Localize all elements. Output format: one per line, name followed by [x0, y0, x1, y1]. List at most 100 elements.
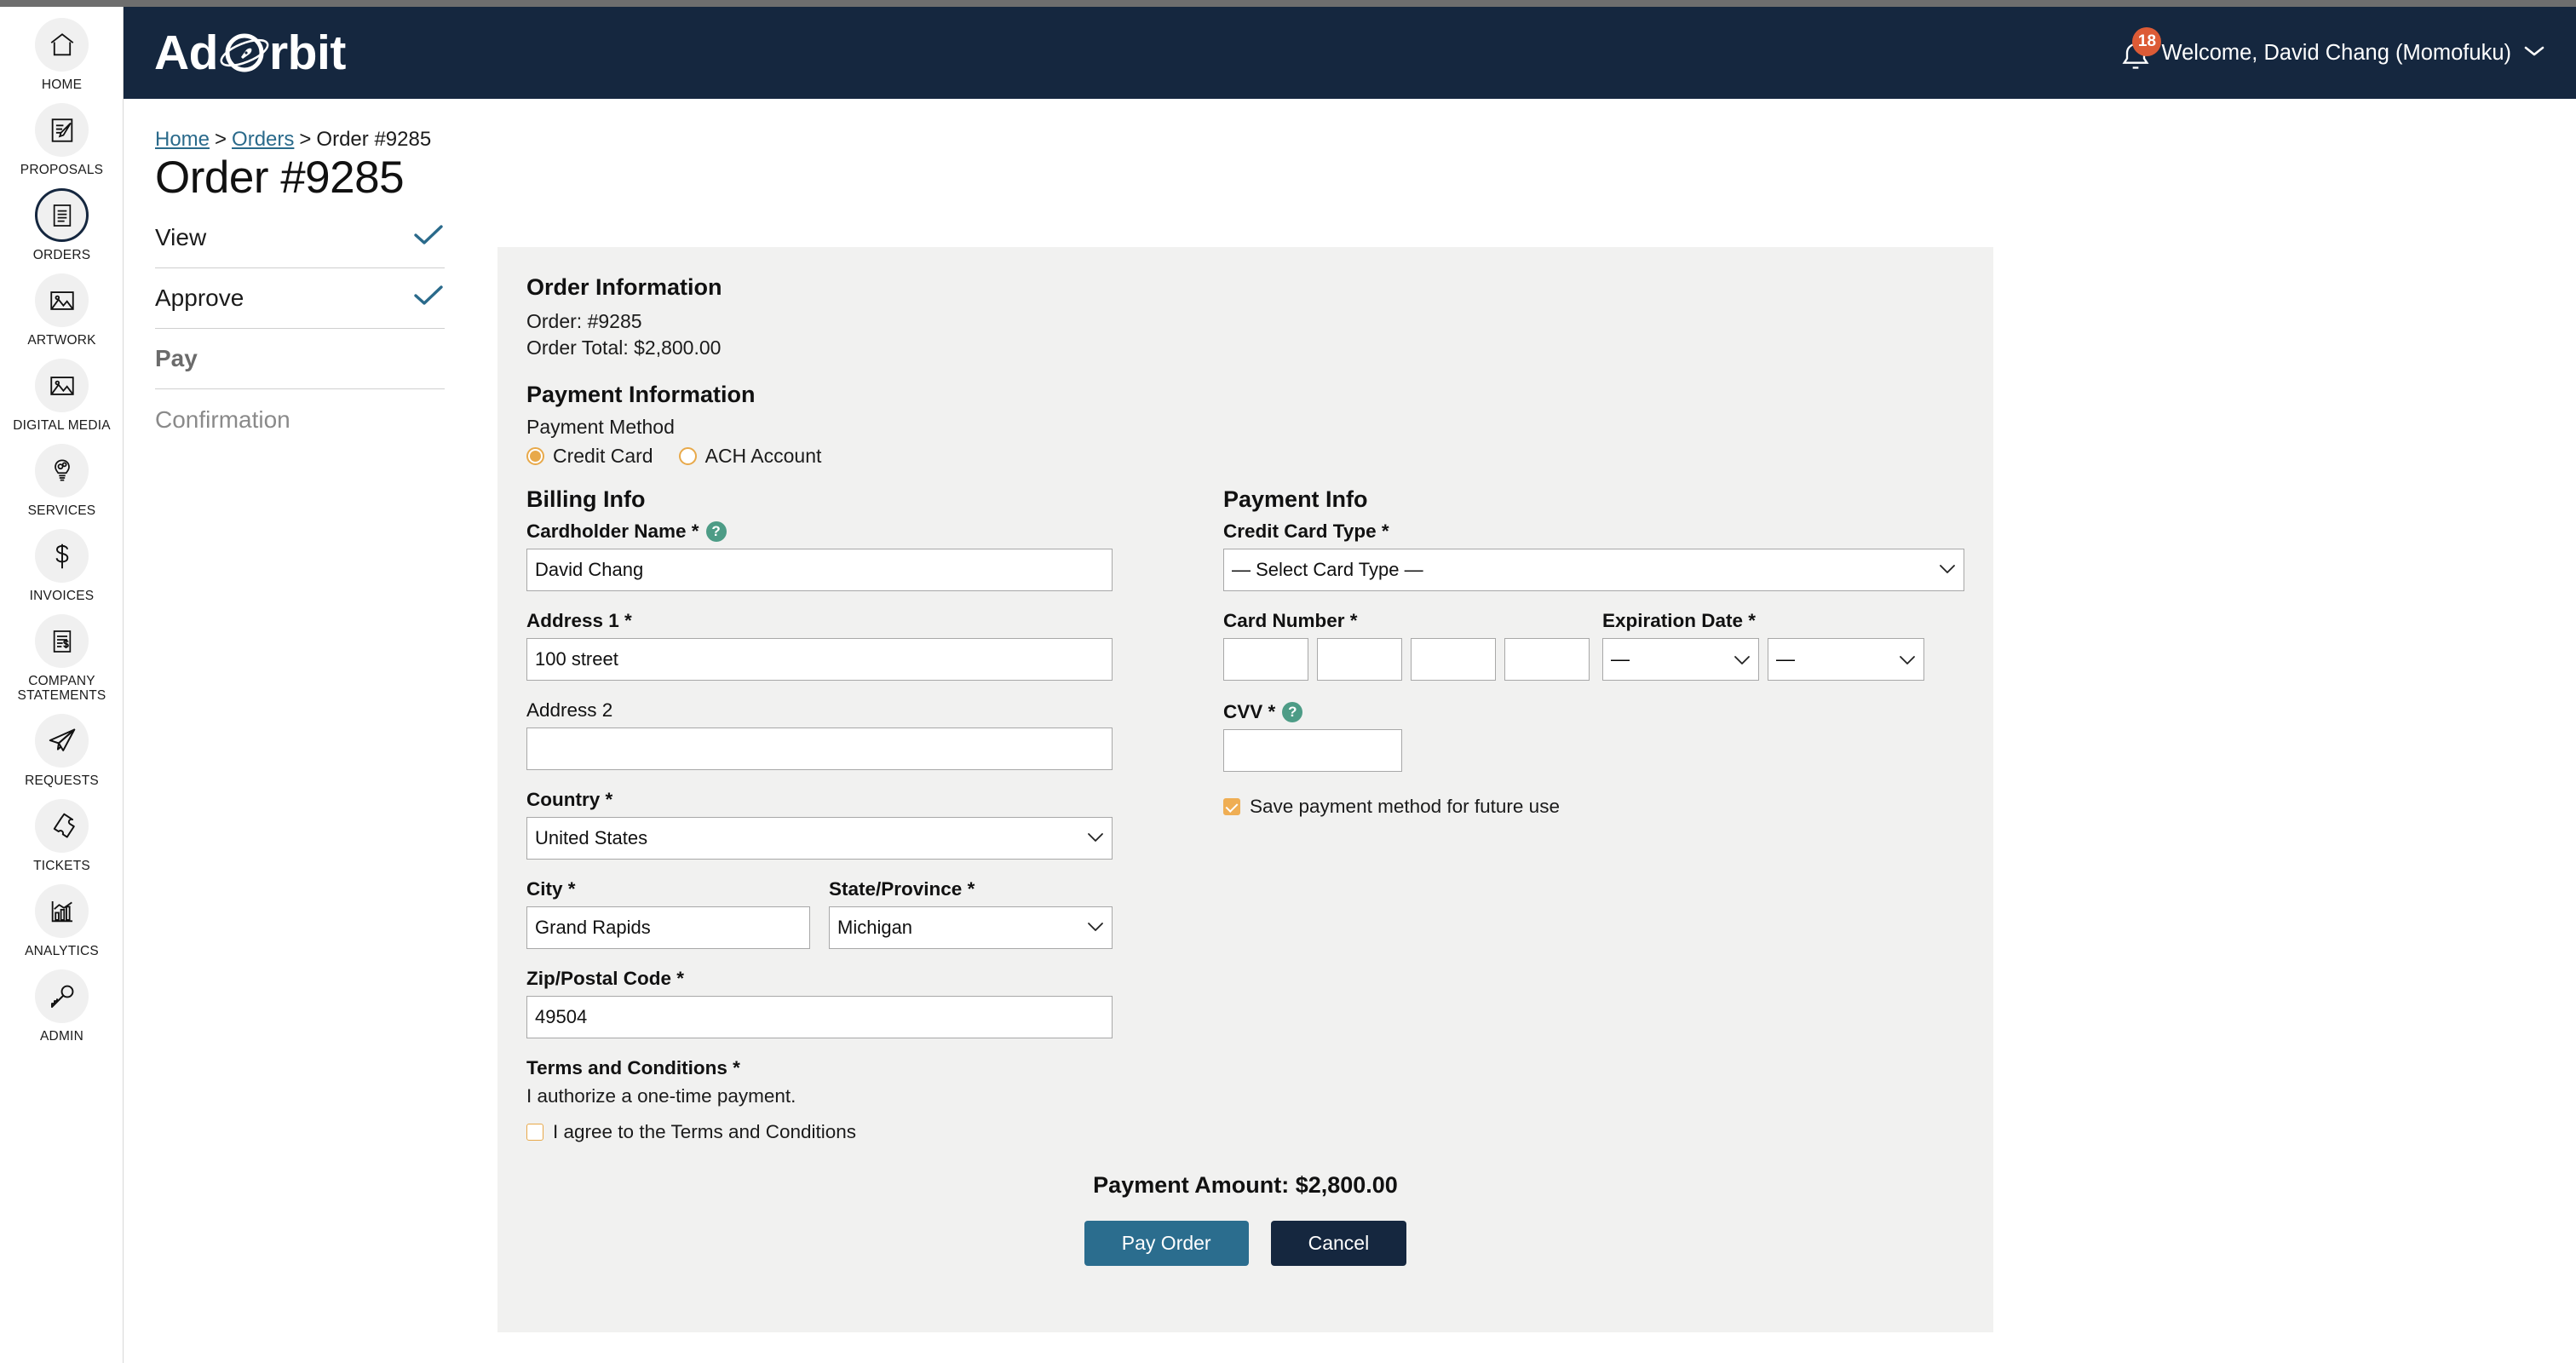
sidebar-item-label: ARTWORK: [27, 333, 96, 348]
card-number-part-1[interactable]: [1223, 638, 1308, 681]
action-buttons: Pay Order Cancel: [526, 1221, 1964, 1266]
card-number-part-2[interactable]: [1317, 638, 1402, 681]
question-help-icon[interactable]: ?: [705, 521, 727, 542]
statement-dollar-icon: [35, 614, 89, 668]
page-content: Home > Orders > Order #9285 Order #9285 View…: [124, 99, 2576, 1363]
step-label: View: [155, 224, 207, 250]
terms-agree-checkbox-row[interactable]: I agree to the Terms and Conditions: [526, 1121, 1113, 1143]
welcome-label: Welcome, David Chang (Momofuku): [2161, 40, 2511, 65]
breadcrumb-separator: >: [215, 128, 227, 151]
chevron-down-icon: [1734, 648, 1751, 670]
payment-amount-total: Payment Amount: $2,800.00: [1093, 1172, 1398, 1198]
address1-label: Address 1 *: [526, 610, 632, 631]
sidebar-item-admin[interactable]: ADMIN: [0, 963, 123, 1049]
user-menu[interactable]: 18 Welcome, David Chang (Momofuku): [2119, 27, 2545, 75]
cvv-input[interactable]: [1223, 729, 1402, 772]
sidebar-item-analytics[interactable]: ANALYTICS: [0, 878, 123, 963]
order-total-line: Order Total: $2,800.00: [526, 336, 722, 359]
expiration-year-select[interactable]: —: [1768, 638, 1924, 681]
notification-badge: 18: [2132, 27, 2162, 56]
pay-order-button[interactable]: Pay Order: [1084, 1221, 1249, 1266]
state-selected-value: Michigan: [837, 917, 913, 938]
breadcrumb-home-link[interactable]: Home: [155, 128, 210, 151]
sidebar-item-artwork[interactable]: ARTWORK: [0, 267, 123, 353]
chevron-down-icon[interactable]: [2523, 44, 2545, 62]
sidebar-item-requests[interactable]: REQUESTS: [0, 708, 123, 793]
sidebar-item-label: REQUESTS: [25, 774, 99, 788]
country-select[interactable]: United States: [526, 817, 1113, 860]
radio-selected-icon[interactable]: [526, 447, 544, 465]
step-confirmation[interactable]: Confirmation: [155, 389, 445, 450]
order-information-heading: Order Information: [526, 274, 722, 300]
payment-card: Order Information Order: #9285 Order Tot…: [497, 247, 1993, 1332]
logo-text-right: rbit: [268, 25, 346, 80]
city-state-row: City * Grand Rapids State/Province * Mic…: [526, 878, 1113, 968]
cardholder-name-input[interactable]: David Chang: [526, 549, 1113, 591]
country-selected-value: United States: [535, 827, 648, 848]
question-help-icon[interactable]: ?: [1282, 702, 1303, 722]
step-pay[interactable]: Pay: [155, 329, 445, 389]
state-group: State/Province * Michigan: [829, 878, 1113, 968]
app-logo[interactable]: Ad rbit: [154, 26, 346, 79]
expiration-label: Expiration Date *: [1602, 610, 1757, 631]
checkbox-unchecked-icon[interactable]: [526, 1124, 543, 1141]
expiration-month-select[interactable]: —: [1602, 638, 1759, 681]
payment-method-credit-card[interactable]: Credit Card: [526, 445, 653, 468]
sidebar-item-invoices[interactable]: INVOICES: [0, 523, 123, 608]
sidebar-item-label: SERVICES: [27, 503, 96, 518]
step-approve[interactable]: Approve: [155, 268, 445, 329]
checkbox-checked-icon[interactable]: [1223, 798, 1240, 815]
city-input[interactable]: Grand Rapids: [526, 906, 810, 949]
check-icon: [412, 285, 445, 313]
state-select[interactable]: Michigan: [829, 906, 1113, 949]
sidebar-item-tickets[interactable]: TICKETS: [0, 793, 123, 878]
sidebar-item-orders[interactable]: ORDERS: [0, 182, 123, 267]
radio-label: Credit Card: [553, 445, 653, 467]
zip-input[interactable]: 49504: [526, 996, 1113, 1038]
card-type-label: Credit Card Type *: [1223, 520, 1389, 542]
chevron-down-icon: [1087, 829, 1104, 848]
image-icon: [35, 359, 89, 412]
breadcrumb-orders-link[interactable]: Orders: [232, 128, 294, 151]
sidebar-item-home[interactable]: HOME: [0, 12, 123, 97]
notifications-button[interactable]: 18: [2119, 27, 2162, 75]
step-view[interactable]: View: [155, 208, 445, 268]
card-type-select[interactable]: — Select Card Type —: [1223, 549, 1964, 591]
chevron-down-icon: [1939, 561, 1956, 579]
primary-sidebar: HOME PROPOSALS ORDERS ARTWORK DIGITAL ME…: [0, 7, 124, 1363]
sidebar-item-services[interactable]: SERVICES: [0, 438, 123, 523]
label-text: CVV *: [1223, 701, 1276, 722]
expiration-year-value: —: [1776, 648, 1795, 670]
order-step-list: View Approve Pay Confirmation: [155, 208, 445, 450]
bar-chart-icon: [35, 884, 89, 938]
chevron-down-icon: [1899, 648, 1916, 670]
card-number-part-3[interactable]: [1411, 638, 1496, 681]
payment-info-column: Payment Info Credit Card Type * — Select…: [1223, 486, 1964, 1143]
sidebar-item-company-statements[interactable]: COMPANY STATEMENTS: [0, 608, 123, 708]
paper-plane-icon: [35, 714, 89, 768]
expiration-inputs: — —: [1602, 638, 1964, 681]
payment-method-ach-account[interactable]: ACH Account: [678, 445, 821, 468]
page-title: Order #9285: [155, 152, 405, 203]
sidebar-item-proposals[interactable]: PROPOSALS: [0, 97, 123, 182]
chevron-down-icon: [1087, 918, 1104, 937]
sidebar-item-label: ORDERS: [32, 248, 91, 262]
payment-method-radio-group: Credit Card ACH Account: [526, 445, 1964, 468]
address2-label: Address 2: [526, 699, 613, 721]
home-icon: [35, 18, 89, 72]
sidebar-item-digital-media[interactable]: DIGITAL MEDIA: [0, 353, 123, 438]
step-label: Confirmation: [155, 405, 290, 433]
billing-info-heading: Billing Info: [526, 486, 646, 512]
cancel-button[interactable]: Cancel: [1270, 1221, 1407, 1266]
card-number-label: Card Number *: [1223, 610, 1358, 631]
save-payment-method-row[interactable]: Save payment method for future use: [1223, 796, 1964, 818]
address1-input[interactable]: 100 street: [526, 638, 1113, 681]
image-icon: [35, 273, 89, 327]
address2-input[interactable]: [526, 728, 1113, 770]
card-number-group: Card Number *: [1223, 610, 1602, 681]
step-label: Approve: [155, 285, 244, 311]
radio-unselected-icon[interactable]: [678, 447, 697, 465]
card-number-part-4[interactable]: [1504, 638, 1590, 681]
payment-information-heading: Payment Information: [526, 382, 756, 407]
terms-text: I authorize a one-time payment.: [526, 1085, 796, 1107]
